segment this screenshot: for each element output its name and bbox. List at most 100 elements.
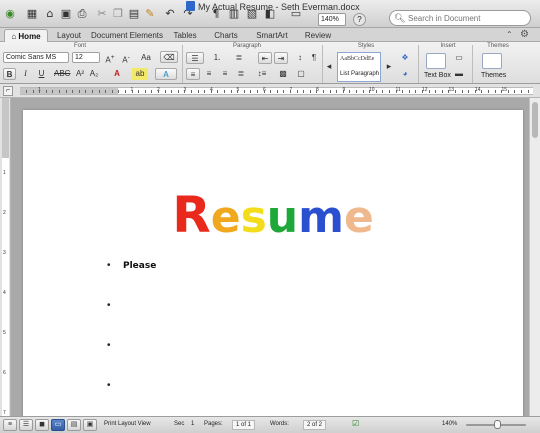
- title-bar: ◉ ▦ ⌂ ▣ ⎙ ✂ ❐ ▤ ✎ ↶ ↷ ¶ ▥ ▧ ◧ ▭ My Actua…: [0, 0, 540, 28]
- focus-view-button[interactable]: ▣: [83, 419, 97, 431]
- spelling-check-icon[interactable]: ☑: [352, 419, 359, 428]
- zoom-field[interactable]: 140%: [318, 13, 346, 26]
- increase-indent-icon[interactable]: ⇥: [274, 52, 288, 64]
- clear-formatting-icon[interactable]: ⌫: [160, 51, 178, 63]
- italic-button[interactable]: I: [19, 68, 32, 80]
- font-size-select[interactable]: 12: [72, 52, 100, 63]
- justify-icon[interactable]: ≣: [234, 68, 248, 80]
- open-folder-icon[interactable]: ⌂: [42, 6, 58, 22]
- notebook-view-button[interactable]: ▤: [67, 419, 81, 431]
- picture-icon[interactable]: ▬: [452, 68, 466, 80]
- themes-label[interactable]: Themes: [481, 72, 506, 79]
- scrollbar-thumb[interactable]: [532, 102, 538, 138]
- sort-icon[interactable]: ↕: [294, 52, 306, 64]
- tab-home[interactable]: ⌂ Home: [4, 29, 48, 42]
- heading-letter: e: [210, 192, 241, 243]
- words-value[interactable]: 2 of 2: [303, 420, 327, 430]
- list-item[interactable]: • Please: [107, 260, 407, 274]
- ruler-tick: [276, 90, 278, 93]
- tab-document-elements[interactable]: Document Elements: [90, 29, 164, 42]
- font-color-icon[interactable]: A: [110, 68, 124, 80]
- tab-tables[interactable]: Tables: [166, 29, 204, 42]
- tab-review[interactable]: Review: [298, 29, 338, 42]
- ruler-tick: [118, 90, 120, 93]
- format-painter-icon[interactable]: ✎: [142, 6, 158, 22]
- vertical-scrollbar[interactable]: [529, 98, 540, 416]
- subscript-icon[interactable]: A₂: [88, 68, 100, 80]
- shrink-font-icon[interactable]: A-: [119, 52, 133, 65]
- ruler-track[interactable]: 1123456789101112131415: [20, 87, 533, 95]
- list-item[interactable]: •: [107, 300, 407, 314]
- themes-icon[interactable]: [482, 53, 502, 69]
- line-spacing-icon[interactable]: ↕≡: [254, 68, 270, 80]
- ruler-tick: [488, 90, 489, 93]
- style-gallery-item[interactable]: AaBbCcDdEe List Paragraph: [337, 52, 381, 82]
- superscript-icon[interactable]: A²: [74, 68, 86, 80]
- text-effects-icon[interactable]: A: [155, 68, 177, 80]
- pages-value[interactable]: 1 of 1: [232, 420, 256, 430]
- copy-icon[interactable]: ❐: [110, 6, 126, 22]
- ruler-number: 15: [501, 87, 508, 93]
- borders-icon[interactable]: ▢: [294, 68, 308, 80]
- list-item[interactable]: •: [107, 340, 407, 354]
- highlight-icon[interactable]: ab: [132, 68, 148, 80]
- ruler-tick: [356, 90, 357, 93]
- gear-icon[interactable]: ⚙: [520, 29, 529, 40]
- new-document-icon[interactable]: ◉: [2, 6, 18, 22]
- tab-smartart[interactable]: SmartArt: [248, 29, 296, 42]
- search-box[interactable]: 🔍︎: [389, 10, 531, 26]
- grow-font-icon[interactable]: A+: [103, 52, 117, 65]
- resume-heading[interactable]: Resume: [23, 186, 523, 244]
- gallery-icon[interactable]: ▦: [24, 6, 40, 22]
- print-icon[interactable]: ⎙: [74, 6, 90, 22]
- zoom-slider-knob[interactable]: [494, 420, 501, 429]
- undo-icon[interactable]: ↶: [162, 6, 178, 22]
- styles-prev-icon[interactable]: ◂: [324, 60, 334, 72]
- text-box-label[interactable]: Text Box: [424, 72, 451, 79]
- styles-pane-icon[interactable]: ❖: [398, 52, 412, 64]
- bullets-icon[interactable]: ☰: [186, 52, 204, 64]
- styles-next-icon[interactable]: ▸: [384, 60, 394, 72]
- document-page[interactable]: Resume •Please••••: [23, 110, 523, 416]
- align-right-icon[interactable]: ≡: [218, 68, 232, 80]
- help-icon[interactable]: ?: [353, 13, 366, 26]
- outline-view-button[interactable]: ☰: [19, 419, 33, 431]
- paste-icon[interactable]: ▤: [126, 6, 142, 22]
- publishing-view-button[interactable]: ◼: [35, 419, 49, 431]
- pilcrow-icon[interactable]: ¶: [308, 52, 320, 64]
- draft-view-button[interactable]: ≡: [3, 419, 17, 431]
- strikethrough-icon[interactable]: ABC: [54, 68, 70, 80]
- ruler-tick: [45, 90, 47, 93]
- shape-icon[interactable]: ▭: [452, 52, 466, 64]
- collapse-ribbon-icon[interactable]: ⌃: [506, 30, 513, 39]
- save-icon[interactable]: ▣: [58, 6, 74, 22]
- horizontal-ruler: ⌐ 1123456789101112131415: [0, 84, 540, 98]
- change-case-icon[interactable]: Aa: [139, 52, 153, 64]
- ruler-tick: [290, 90, 291, 93]
- document-canvas[interactable]: Resume •Please••••: [11, 98, 529, 416]
- divider: [322, 45, 323, 83]
- ruler-tick: [250, 90, 252, 93]
- font-name-select[interactable]: Comic Sans MS: [3, 52, 69, 63]
- vertical-ruler-number: 2: [3, 210, 6, 216]
- shading-icon[interactable]: ▩: [276, 68, 290, 80]
- underline-button[interactable]: U: [35, 68, 48, 80]
- print-layout-view-button[interactable]: ▭: [51, 419, 65, 431]
- search-input[interactable]: [408, 12, 526, 24]
- ruler-tick: [39, 90, 41, 93]
- bold-button[interactable]: B: [3, 68, 16, 80]
- decrease-indent-icon[interactable]: ⇤: [258, 52, 272, 64]
- align-center-icon[interactable]: ≡: [202, 68, 216, 80]
- text-box-icon[interactable]: [426, 53, 446, 69]
- tab-layout[interactable]: Layout: [50, 29, 88, 42]
- list-item[interactable]: •: [107, 380, 407, 394]
- vertical-ruler-track[interactable]: 1234567: [2, 98, 9, 416]
- numbering-icon[interactable]: ⒈: [208, 52, 226, 64]
- multilevel-list-icon[interactable]: ≣: [230, 52, 248, 64]
- align-left-icon[interactable]: ≡: [186, 68, 200, 80]
- styles-browse-icon[interactable]: ◕: [398, 68, 412, 80]
- ruler-tick: [204, 90, 206, 93]
- tab-charts[interactable]: Charts: [206, 29, 246, 42]
- cut-icon[interactable]: ✂: [94, 6, 110, 22]
- tab-stop-selector[interactable]: ⌐: [3, 86, 13, 96]
